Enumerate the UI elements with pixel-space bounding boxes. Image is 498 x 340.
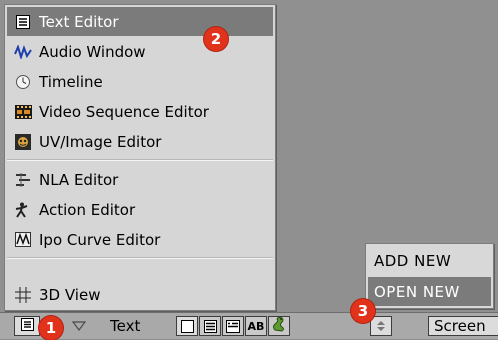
ab-icon: AB [247,319,265,333]
action-editor-icon [13,200,33,220]
marker-1: 1 [39,316,63,340]
text-menu[interactable]: Text [110,316,140,336]
menu-item-audio-window[interactable]: Audio Window [7,37,273,66]
menu-item-timeline[interactable]: Timeline [7,67,273,96]
python-snake-icon [271,316,287,336]
menu-item-3d-view[interactable]: 3D View [7,280,273,309]
screen-options-popup: ADD NEW OPEN NEW [365,243,494,309]
menu-item-label: Text Editor [39,12,119,31]
menu-item-label: NLA Editor [39,170,119,189]
fullscreen-toggle-button[interactable] [176,316,198,336]
screen-name-field[interactable]: Screen [428,316,498,336]
menu-item-label: Timeline [39,72,103,91]
nla-editor-icon [13,170,33,190]
3d-view-icon [13,285,33,305]
menu-item-text-editor[interactable]: Text Editor [7,7,273,36]
text-editor-icon [13,12,33,32]
screen-options-toggle[interactable] [370,316,392,336]
menu-separator [7,159,273,161]
menu-item-label: Action Editor [39,200,136,219]
menu-item-ipo-curve-editor[interactable]: Ipo Curve Editor [7,225,273,254]
syntax-highlight-button[interactable]: AB [245,316,267,336]
menu-item-label: Audio Window [39,42,146,61]
ipo-curve-icon [13,230,33,250]
menu-item-video-sequence-editor[interactable]: Video Sequence Editor [7,97,273,126]
marker-2: 2 [204,27,228,51]
menu-item-action-editor[interactable]: Action Editor [7,195,273,224]
editor-type-button[interactable] [14,316,40,336]
marker-3: 3 [351,299,375,323]
editor-header-bar: Text AB Screen [0,312,498,339]
audio-window-icon [13,42,33,62]
line-numbers-button[interactable] [199,316,221,336]
screen-name-label: Screen [434,317,486,335]
collapse-arrow-icon[interactable] [72,316,86,336]
editor-type-menu: Text Editor Audio Window Timeline Video … [4,4,276,311]
menu-item-uv-image-editor[interactable]: UV/Image Editor [7,127,273,156]
text-editor-icon [20,317,34,335]
open-new-option[interactable]: OPEN NEW [368,277,491,306]
uv-image-icon [13,132,33,152]
menu-separator [7,257,273,259]
menu-item-label: Video Sequence Editor [39,102,209,121]
menu-item-label: 3D View [39,285,101,304]
add-new-option[interactable]: ADD NEW [368,246,491,275]
video-sequence-icon [13,102,33,122]
menu-item-label: Ipo Curve Editor [39,230,161,249]
word-wrap-button[interactable] [222,316,244,336]
timeline-icon [13,72,33,92]
menu-item-label: UV/Image Editor [39,132,162,151]
python-plugin-button[interactable] [268,316,290,336]
menu-item-nla-editor[interactable]: NLA Editor [7,165,273,194]
